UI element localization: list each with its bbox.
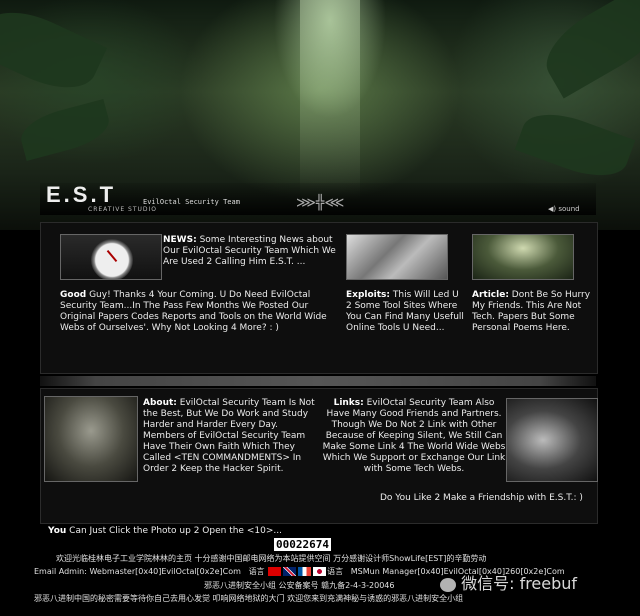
site-logo[interactable]: E.S.T (46, 182, 116, 208)
exploits-thumbnail[interactable] (346, 234, 448, 280)
good-label: Good (60, 290, 87, 300)
light-rays (300, 0, 360, 200)
team-name: EvilOctal Security Team (143, 198, 240, 206)
article-thumbnail[interactable] (472, 234, 574, 280)
about-photo[interactable] (44, 396, 138, 482)
article-label: Article: (472, 290, 509, 300)
exploits-label: Exploits: (346, 290, 391, 300)
good-text: Guy! Thanks 4 Your Coming. U Do Need Evi… (60, 290, 327, 333)
language-label: 语言 (248, 567, 265, 576)
photo-hint-label: You (48, 526, 67, 536)
photo-hint: You Can Just Click the Photo up 2 Open t… (48, 526, 282, 537)
watermark-text: 微信号: freebuf (461, 574, 578, 593)
section-divider (40, 376, 596, 386)
article-block[interactable]: Article: Dont Be So Hurry My Friends. Th… (472, 290, 592, 334)
wechat-icon (440, 577, 456, 592)
leaf-decoration (533, 0, 640, 99)
news-label: NEWS: (163, 235, 197, 245)
links-block: Links: EvilOctal Security Team Also Have… (322, 398, 506, 475)
links-text: EvilOctal Security Team Also Have Many G… (322, 398, 506, 474)
china-flag-icon[interactable] (268, 567, 282, 576)
friendship-link[interactable]: Do You Like 2 Make a Friendship with E.S… (380, 493, 583, 504)
admin-email[interactable]: Email Admin: Webmaster[0x40]EvilOctal[0x… (34, 567, 241, 576)
speaker-icon: ◀) (548, 205, 557, 213)
links-photo[interactable] (506, 398, 598, 482)
exploits-block[interactable]: Exploits: This Will Led U 2 Some Tool Si… (346, 290, 466, 334)
wechat-watermark: 微信号: freebuf (440, 570, 577, 594)
sound-toggle[interactable]: ◀) sound (548, 205, 580, 213)
about-text: EvilOctal Security Team Is Not the Best,… (143, 398, 315, 474)
uk-flag-icon[interactable] (283, 567, 297, 576)
leaf-decoration (0, 0, 108, 103)
leaf-decoration (514, 102, 636, 188)
about-block: About: EvilOctal Security Team Is Not th… (143, 398, 315, 475)
photo-hint-text: Can Just Click the Photo up 2 Open the <… (69, 526, 282, 536)
ornament-icon: ⋙╬⋘ (296, 195, 345, 211)
visitor-counter: 00022674 (274, 538, 331, 551)
footer-record: 邪恶八进制安全小组 公安备案号 赣九备2-4-3-20046 (204, 581, 395, 590)
logo-subtitle: CREATIVE STUDIO (88, 206, 158, 213)
leaf-decoration (16, 99, 114, 161)
about-label: About: (143, 398, 177, 408)
sound-label: sound (558, 205, 580, 213)
footer-tagline: 邪恶八进制中国的秘密需要等待你自己去用心发觉 叩响网络地狱的大门 欢迎您来到充满… (34, 594, 464, 603)
japan-flag-icon[interactable] (313, 567, 327, 576)
gauge-icon (91, 239, 133, 279)
news-block[interactable]: NEWS: Some Interesting News about Our Ev… (163, 235, 343, 268)
gauge-thumbnail[interactable] (60, 234, 162, 280)
good-block: Good Guy! Thanks 4 Your Coming. U Do Nee… (60, 290, 340, 334)
footer-welcome: 欢迎光临桂林电子工业学院林林的主页 十分感谢中国邮电网络为本站提供空间 万分感谢… (56, 554, 487, 563)
links-label: Links: (333, 398, 364, 408)
france-flag-icon[interactable] (298, 567, 312, 576)
language-label-2: 语言 (327, 567, 344, 576)
